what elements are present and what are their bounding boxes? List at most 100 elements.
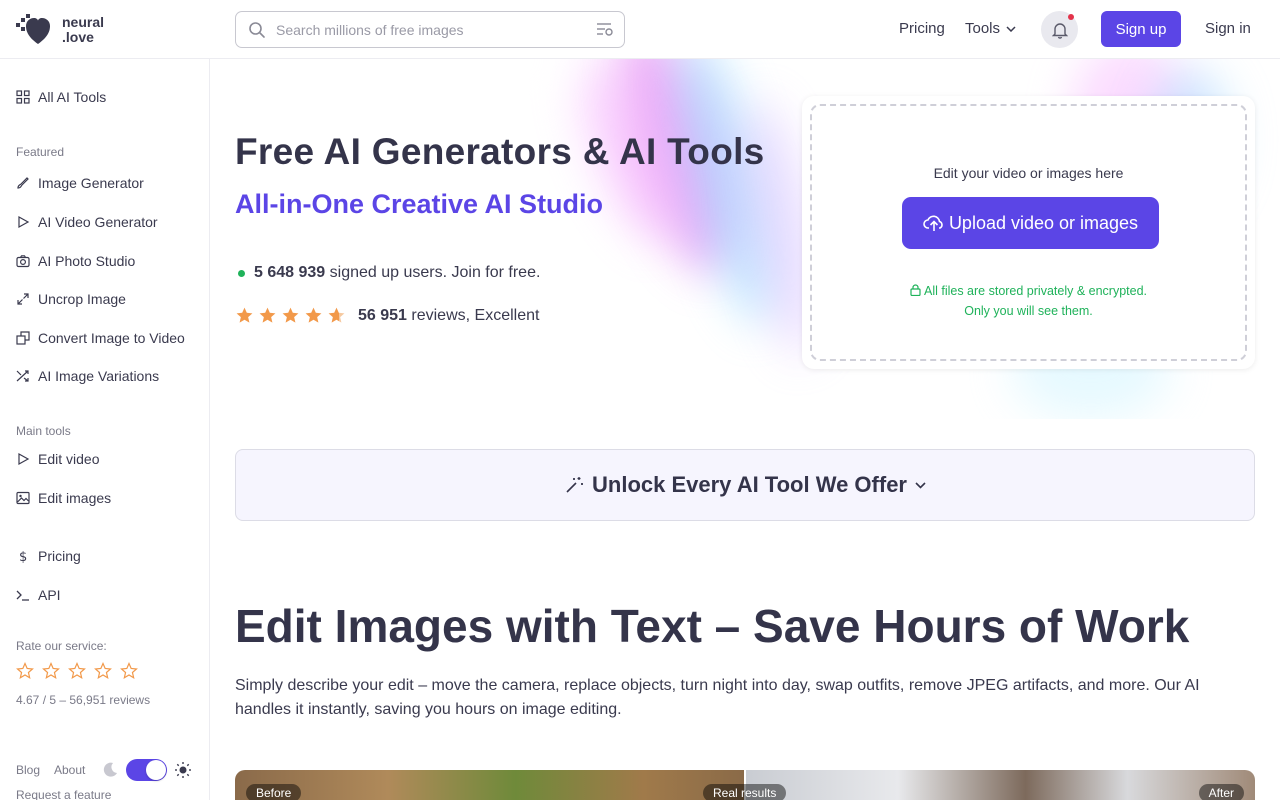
search-input[interactable] [276, 18, 576, 42]
unlock-tools-toggle[interactable]: Unlock Every AI Tool We Offer [235, 449, 1255, 521]
cloud-upload-icon [923, 215, 943, 231]
nav-tools-dropdown[interactable]: Tools [965, 20, 1016, 37]
bell-icon [1051, 22, 1068, 39]
sidebar: All AI Tools Featured Image Generator AI… [0, 59, 210, 800]
reviews-count: 56 951 [358, 306, 407, 324]
notifications-button[interactable] [1041, 11, 1078, 48]
after-tag: After [1198, 784, 1244, 800]
dollar-icon: $ [19, 550, 27, 563]
magic-wand-icon [566, 477, 583, 493]
signin-link[interactable]: Sign in [1205, 20, 1251, 37]
search-bar [235, 11, 625, 48]
sidebar-section-featured: Featured [16, 145, 65, 159]
grid-icon [16, 90, 30, 104]
star-partial-icon [328, 307, 345, 323]
sidebar-item-ai-image-variations[interactable]: AI Image Variations [16, 368, 159, 384]
sun-icon [175, 762, 191, 778]
online-dot [238, 269, 245, 277]
rate-summary: 4.67 / 5 – 56,951 reviews [16, 693, 151, 707]
theme-toggle[interactable] [126, 759, 167, 781]
privacy-line2: Only you will see them. [964, 304, 1093, 318]
rate-star-4-icon[interactable] [94, 662, 112, 680]
upload-card: Edit your video or images here Upload vi… [802, 96, 1255, 369]
sidebar-item-label: Edit video [38, 451, 100, 467]
footer-about-link[interactable]: About [54, 763, 85, 777]
sidebar-item-ai-video-generator[interactable]: AI Video Generator [16, 214, 158, 230]
rate-star-2-icon[interactable] [42, 662, 60, 680]
logo[interactable]: neural .love [16, 13, 104, 47]
logo-heart-icon [16, 13, 56, 47]
terminal-icon [16, 590, 29, 601]
sidebar-item-label: Convert Image to Video [38, 330, 185, 346]
image-icon [16, 491, 30, 505]
upload-button-label: Upload video or images [948, 212, 1139, 233]
upload-hint: Edit your video or images here [933, 165, 1124, 181]
rate-star-3-icon[interactable] [68, 662, 86, 680]
upload-button[interactable]: Upload video or images [902, 197, 1159, 249]
rate-star-5-icon[interactable] [120, 662, 138, 680]
top-header: neural .love Pricing Tools Sign up Sign … [0, 0, 1280, 59]
users-count: 5 648 939 [254, 264, 326, 281]
brush-icon [17, 177, 29, 189]
request-feature-link[interactable]: Request a feature [16, 788, 111, 800]
hero-subtitle: All-in-One Creative AI Studio [235, 189, 604, 219]
sidebar-item-uncrop-image[interactable]: Uncrop Image [16, 291, 126, 307]
unlock-label: Unlock Every AI Tool We Offer [592, 472, 907, 497]
sidebar-item-convert-image-to-video[interactable]: Convert Image to Video [16, 330, 185, 346]
before-tag: Before [246, 784, 302, 800]
sidebar-item-ai-photo-studio[interactable]: AI Photo Studio [16, 253, 135, 269]
upload-dropzone[interactable]: Edit your video or images here Upload vi… [810, 104, 1247, 361]
review-stars [235, 306, 346, 325]
star-icon [259, 307, 276, 323]
svg-text:$: $ [19, 550, 27, 563]
sidebar-item-label: AI Photo Studio [38, 253, 136, 269]
lock-icon [910, 284, 921, 297]
sidebar-item-label: API [38, 587, 61, 603]
shuffle-icon [16, 370, 29, 382]
sidebar-item-label: Image Generator [38, 175, 144, 191]
chevron-down-icon [915, 481, 926, 489]
privacy-note: All files are stored privately & encrypt… [812, 281, 1245, 321]
camera-icon [16, 255, 30, 268]
privacy-line1: All files are stored privately & encrypt… [923, 284, 1148, 298]
logo-text-line1: neural [62, 14, 105, 30]
rate-star-1-icon[interactable] [16, 662, 34, 680]
play-icon [18, 452, 30, 466]
sidebar-item-label: Uncrop Image [38, 291, 126, 307]
sidebar-item-all-tools[interactable]: All AI Tools [16, 89, 106, 105]
star-icon [282, 307, 299, 323]
sidebar-item-pricing[interactable]: $ Pricing [16, 548, 81, 564]
expand-icon [17, 293, 29, 305]
section-title: Edit Images with Text – Save Hours of Wo… [235, 600, 1190, 652]
users-text: signed up users. Join for free. [329, 264, 541, 281]
sidebar-item-edit-video[interactable]: Edit video [16, 451, 99, 467]
section-description: Simply describe your edit – move the cam… [235, 677, 1200, 718]
sidebar-item-edit-images[interactable]: Edit images [16, 490, 111, 506]
play-icon [18, 215, 30, 229]
nav-pricing-link[interactable]: Pricing [899, 20, 945, 37]
signup-button[interactable]: Sign up [1101, 11, 1181, 47]
after-image [745, 770, 1255, 800]
search-filter-icon[interactable] [596, 22, 614, 43]
sidebar-item-label: All AI Tools [38, 89, 107, 105]
sidebar-item-image-generator[interactable]: Image Generator [16, 175, 144, 191]
sidebar-section-main-tools: Main tools [16, 424, 71, 438]
before-after-comparison[interactable]: Before Real results After [235, 770, 1255, 800]
sidebar-item-label: Edit images [38, 490, 112, 506]
search-icon [248, 21, 266, 44]
reviews-text: reviews, Excellent [411, 306, 540, 324]
theme-toggle-knob [146, 760, 166, 780]
convert-icon [16, 331, 30, 345]
rate-stars [16, 662, 138, 680]
star-icon [236, 307, 253, 323]
chevron-down-icon [1006, 25, 1016, 32]
notification-dot [1068, 14, 1074, 20]
sidebar-item-api[interactable]: API [16, 587, 61, 603]
footer-blog-link[interactable]: Blog [16, 763, 40, 777]
rate-service-label: Rate our service: [16, 639, 107, 653]
reviews-stat: 56 951 reviews, Excellent [235, 306, 539, 325]
before-image [235, 770, 745, 800]
star-icon [305, 307, 322, 323]
users-stat: 5 648 939 signed up users. Join for free… [238, 264, 540, 282]
sidebar-item-label: AI Video Generator [38, 214, 158, 230]
